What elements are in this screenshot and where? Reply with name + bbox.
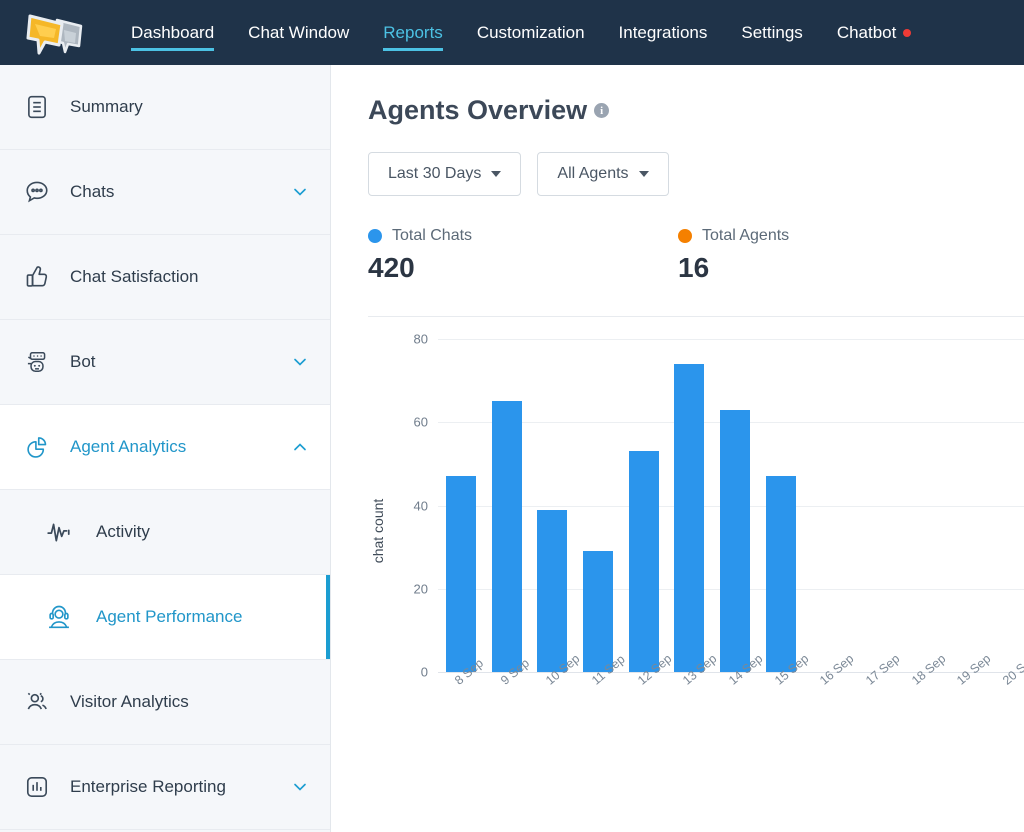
chart-bar[interactable] <box>628 451 659 672</box>
nav-item-dashboard[interactable]: Dashboard <box>114 0 231 65</box>
chart-bar[interactable] <box>537 509 568 672</box>
stat-header: Total Agents <box>678 227 988 245</box>
sidebar-item-enterprise-reporting[interactable]: Enterprise Reporting <box>0 745 330 830</box>
robot-icon <box>22 347 52 377</box>
sidebar-item-bot[interactable]: Bot <box>0 320 330 405</box>
chart-bar[interactable] <box>445 476 476 672</box>
sidebar-item-label: Agent Analytics <box>70 437 187 456</box>
stat-label: Total Agents <box>702 227 790 244</box>
chart-plot-area <box>438 339 1024 672</box>
legend-dot-total-chats <box>368 229 382 243</box>
page-title-text: Agents Overview <box>368 95 588 125</box>
y-axis-tick: 60 <box>413 414 428 430</box>
chevron-down-icon[interactable] <box>290 352 310 372</box>
chat-count-bar-chart: chat count 0 20 40 60 80 8 Sep 9 Sep 10 Sep 11 … <box>368 317 1024 747</box>
chevron-down-icon <box>638 171 649 177</box>
info-icon[interactable]: i <box>594 103 610 118</box>
nav-label: Chat Window <box>248 22 350 42</box>
thumbs-up-icon <box>22 262 52 292</box>
agent-headset-icon <box>44 602 74 632</box>
sidebar-item-agent-performance[interactable]: Agent Performance <box>0 575 330 660</box>
chat-bubble-icon <box>22 177 52 207</box>
legend-dot-total-agents <box>678 229 692 243</box>
sidebar-item-summary[interactable]: Summary <box>0 65 330 150</box>
nav-label: Reports <box>383 22 443 42</box>
users-icon <box>22 687 52 717</box>
nav-item-reports[interactable]: Reports <box>366 0 460 65</box>
sidebar-item-chats[interactable]: Chats <box>0 150 330 235</box>
sidebar-item-label: Activity <box>96 522 150 541</box>
y-axis-tick: 0 <box>420 664 428 680</box>
stat-value: 420 <box>368 252 415 283</box>
nav-label: Dashboard <box>131 22 215 42</box>
kommunicate-logo[interactable] <box>24 10 86 56</box>
chevron-down-icon[interactable] <box>290 777 310 797</box>
nav-label: Chatbot <box>836 22 897 42</box>
sidebar-item-label: Visitor Analytics <box>70 692 189 711</box>
chevron-up-icon[interactable] <box>290 437 310 457</box>
sidebar-item-label: Chat Satisfaction <box>70 267 199 286</box>
top-navigation-bar: Dashboard Chat Window Reports Customizat… <box>0 0 1024 65</box>
notification-dot-icon <box>903 28 912 37</box>
chart-bar[interactable] <box>765 476 796 672</box>
chart-bar[interactable] <box>491 401 522 672</box>
main-content: Agents Overview i Last 30 Days All Agent… <box>331 65 1024 832</box>
stat-label: Total Chats <box>392 227 473 244</box>
chevron-down-icon[interactable] <box>290 182 310 202</box>
sidebar-item-activity[interactable]: Activity <box>0 490 330 575</box>
document-icon <box>22 92 52 122</box>
bar-chart-icon <box>22 772 52 802</box>
nav-label: Customization <box>476 22 585 42</box>
sidebar: Summary Chats Chat Satisfaction Bot Agen… <box>0 65 331 832</box>
chevron-down-icon <box>491 171 502 177</box>
pulse-icon <box>44 517 74 547</box>
nav-label: Settings <box>741 22 803 42</box>
page-title: Agents Overview i <box>368 95 1024 126</box>
agent-filter-label: All Agents <box>557 165 629 182</box>
date-range-filter-label: Last 30 Days <box>388 165 482 182</box>
nav-item-chat-window[interactable]: Chat Window <box>231 0 366 65</box>
chart-bar[interactable] <box>720 409 750 672</box>
nav-item-chatbot[interactable]: Chatbot <box>820 0 929 65</box>
sidebar-item-visitor-analytics[interactable]: Visitor Analytics <box>0 660 330 745</box>
x-axis-labels: 8 Sep 9 Sep 10 Sep 11 Sep 12 Sep 13 Sep 14 Sep… <box>438 652 1024 747</box>
nav-item-settings[interactable]: Settings <box>724 0 819 65</box>
sidebar-item-label: Agent Performance <box>96 607 243 626</box>
sidebar-item-agent-analytics[interactable]: Agent Analytics <box>0 405 330 490</box>
y-axis-title: chat count <box>370 498 386 564</box>
y-axis-tick: 20 <box>413 581 428 597</box>
stat-header: Total Chats <box>368 227 678 245</box>
nav-label: Integrations <box>618 22 708 42</box>
pie-chart-icon <box>22 432 52 462</box>
y-axis-tick: 80 <box>413 331 428 347</box>
top-nav-items: Dashboard Chat Window Reports Customizat… <box>114 0 928 65</box>
filter-bar: Last 30 Days All Agents <box>368 152 1024 196</box>
chart-bar[interactable] <box>582 551 613 672</box>
nav-item-integrations[interactable]: Integrations <box>602 0 725 65</box>
sidebar-item-label: Enterprise Reporting <box>70 777 226 796</box>
sidebar-item-label: Bot <box>70 352 96 371</box>
date-range-filter[interactable]: Last 30 Days <box>368 152 522 196</box>
nav-item-customization[interactable]: Customization <box>460 0 602 65</box>
y-axis-tick: 40 <box>413 498 428 513</box>
sidebar-item-chat-satisfaction[interactable]: Chat Satisfaction <box>0 235 330 320</box>
stat-total-agents: Total Agents 16 <box>678 227 988 284</box>
chart-bar[interactable] <box>674 363 705 672</box>
sidebar-item-label: Summary <box>70 97 143 116</box>
stat-total-chats: Total Chats 420 <box>368 227 678 284</box>
agent-filter[interactable]: All Agents <box>537 152 669 196</box>
summary-stats: Total Chats 420 Total Agents 16 <box>368 227 1024 284</box>
stat-value: 16 <box>678 252 710 283</box>
sidebar-item-label: Chats <box>70 182 115 201</box>
